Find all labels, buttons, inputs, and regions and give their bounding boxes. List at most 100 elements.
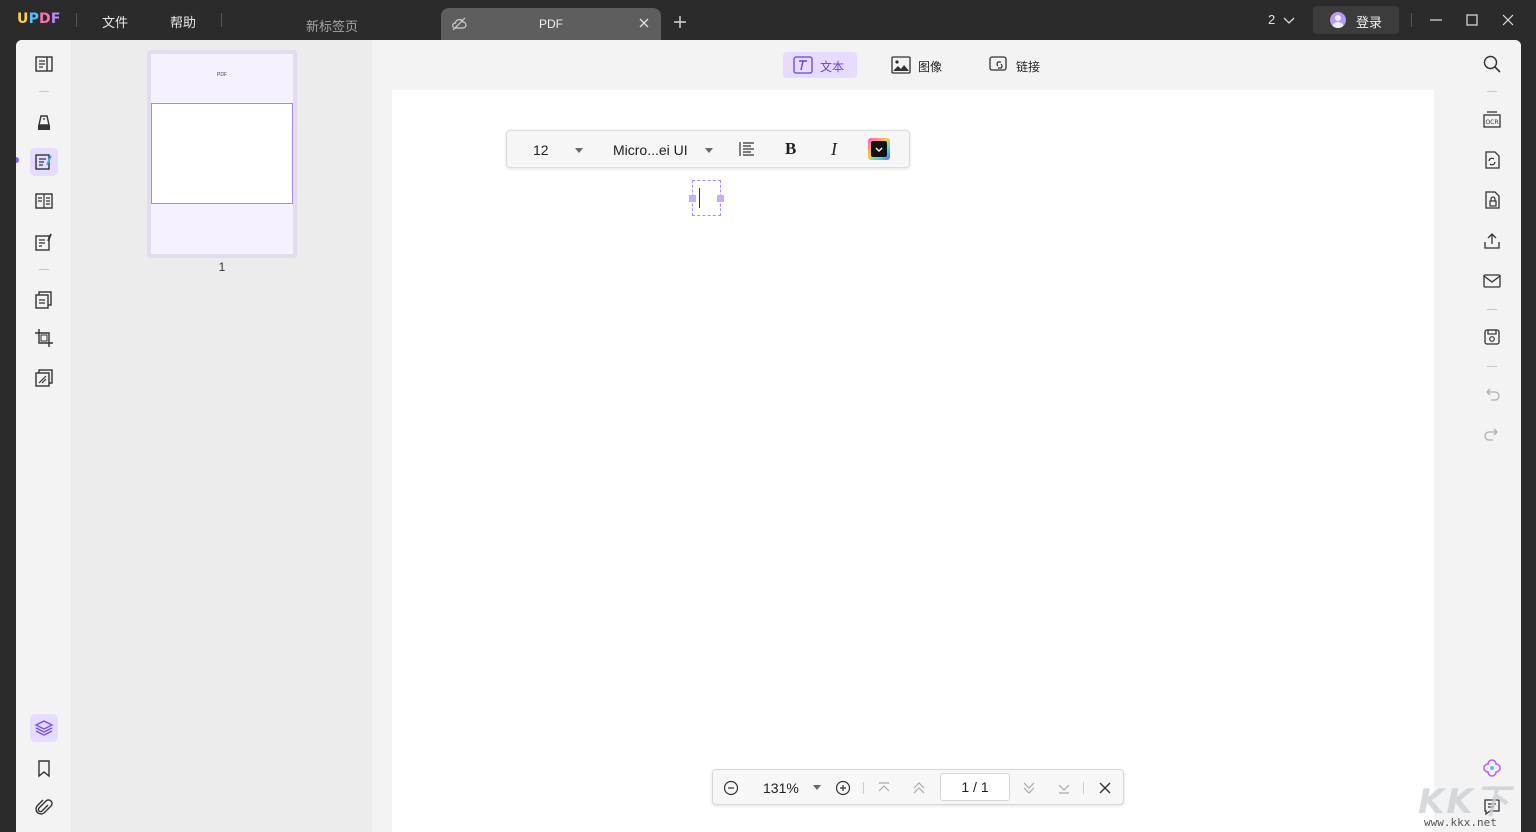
last-page-icon[interactable]	[1056, 780, 1072, 796]
protect-file-icon[interactable]	[1482, 190, 1502, 210]
thumbnail-page-number: 1	[218, 260, 226, 274]
zoom-level[interactable]: 131%	[763, 780, 799, 796]
undo-icon[interactable]	[1482, 384, 1502, 404]
tab-label: PDF	[539, 17, 563, 31]
search-icon[interactable]	[1482, 54, 1502, 74]
redo-icon[interactable]	[1482, 424, 1502, 444]
add-text-label: 文本	[820, 60, 845, 74]
thumbnail-viewport	[151, 103, 293, 204]
close-nav-icon[interactable]	[1097, 780, 1113, 796]
add-image-button[interactable]: 图像	[881, 52, 955, 78]
svg-text:OCR: OCR	[1485, 119, 1498, 126]
bookmark-icon	[38, 760, 50, 778]
zoom-out-icon[interactable]	[723, 780, 739, 796]
add-text-button[interactable]: 文本	[783, 52, 857, 78]
convert-icon[interactable]	[1482, 150, 1502, 170]
form-tool[interactable]	[30, 228, 58, 256]
reader-tool[interactable]	[30, 50, 58, 78]
first-page-icon[interactable]	[876, 780, 892, 796]
mail-icon[interactable]	[1482, 271, 1502, 291]
save-icon[interactable]	[1482, 327, 1502, 347]
avatar-icon	[1330, 12, 1346, 28]
form-edit-icon	[35, 233, 52, 251]
text-edit-box[interactable]	[689, 180, 724, 216]
layers-tool[interactable]	[30, 714, 58, 742]
resize-handle-right[interactable]	[717, 195, 724, 202]
comment-tool[interactable]	[30, 109, 58, 137]
stamp-icon	[35, 369, 53, 387]
login-label: 登录	[1356, 16, 1383, 31]
divider	[221, 13, 222, 27]
paperclip-icon	[35, 799, 53, 815]
text-box-icon	[793, 56, 813, 74]
window-count[interactable]: 2	[1268, 12, 1275, 27]
thumbnail-panel: PDF 1	[71, 40, 372, 832]
align-left-icon[interactable]	[739, 141, 755, 157]
left-tool-rail	[16, 40, 71, 832]
close-tab-icon[interactable]	[637, 16, 651, 30]
pdf-page[interactable]	[392, 90, 1434, 832]
previous-page-icon[interactable]	[911, 780, 927, 796]
login-button[interactable]: 登录	[1313, 6, 1399, 34]
next-page-icon[interactable]	[1021, 780, 1037, 796]
page-thumbnail[interactable]: PDF	[147, 50, 297, 258]
chevron-down-icon	[875, 147, 883, 152]
right-tool-rail: OCR	[1465, 40, 1521, 832]
add-link-label: 链接	[1016, 60, 1041, 74]
watermark-site: www.kkx.net	[1424, 816, 1497, 829]
minimize-icon[interactable]	[1428, 12, 1444, 28]
page-navigation-bar: 131% 1 / 1	[712, 769, 1124, 805]
crop-icon	[35, 329, 53, 347]
bookmark-tool[interactable]	[30, 754, 58, 782]
font-name-value[interactable]: Micro...ei UI	[613, 142, 688, 158]
ocr-icon[interactable]: OCR	[1482, 110, 1502, 130]
close-window-icon[interactable]	[1500, 12, 1516, 28]
site-watermark: KK下载 www.kkx.net	[1410, 770, 1536, 832]
updf-logo[interactable]: UPDF	[17, 11, 61, 27]
tab-new-tab[interactable]: 新标签页	[306, 16, 358, 35]
document-area: 文本 图像 链接 12 Micro...ei UI B I 131% 1 / 1	[372, 40, 1465, 832]
menu-help[interactable]: 帮助	[170, 12, 196, 31]
title-bar: UPDF 文件 帮助 新标签页 PDF 2 登录	[0, 0, 1536, 40]
divider	[76, 13, 77, 27]
edit-toolbar: 文本 图像 链接	[372, 40, 1465, 88]
protect-tool[interactable]	[30, 364, 58, 392]
layers-icon	[34, 720, 54, 736]
add-tab-icon[interactable]	[672, 14, 688, 30]
crop-tool[interactable]	[30, 324, 58, 352]
menu-file[interactable]: 文件	[102, 12, 128, 31]
highlighter-icon	[38, 115, 50, 130]
app-window: PDF 1 文本 图像 链接 12 Micro...ei UI B I 131%…	[16, 40, 1521, 832]
add-link-button[interactable]: 链接	[979, 52, 1053, 78]
page-layout-tool[interactable]	[30, 187, 58, 215]
bold-button[interactable]: B	[785, 139, 796, 159]
font-name-dropdown-icon[interactable]	[705, 148, 713, 153]
add-image-label: 图像	[918, 60, 943, 74]
share-icon[interactable]	[1482, 231, 1502, 251]
chevron-down-icon[interactable]	[1282, 13, 1296, 27]
italic-button[interactable]: I	[831, 139, 837, 160]
zoom-in-icon[interactable]	[835, 780, 851, 796]
image-icon	[891, 56, 911, 74]
edit-pdf-tool[interactable]	[30, 148, 58, 176]
attachment-tool[interactable]	[30, 794, 58, 822]
divider	[1411, 13, 1412, 27]
zoom-dropdown-icon[interactable]	[813, 785, 821, 790]
organize-pages-tool[interactable]	[30, 286, 58, 314]
page-number-input[interactable]: 1 / 1	[940, 773, 1010, 801]
pages-icon	[35, 291, 52, 309]
text-format-bar: 12 Micro...ei UI B I	[506, 130, 910, 168]
thumbnail-label: PDF	[217, 72, 227, 78]
edit-text-icon	[35, 154, 52, 170]
font-size-dropdown-icon[interactable]	[575, 148, 583, 153]
font-color-picker[interactable]	[868, 138, 890, 160]
resize-handle-left[interactable]	[689, 195, 696, 202]
font-size-value[interactable]: 12	[533, 142, 549, 158]
reader-icon	[35, 56, 53, 72]
two-column-icon	[35, 193, 53, 209]
text-cursor	[699, 188, 700, 208]
active-indicator	[16, 157, 19, 163]
tab-pdf[interactable]: PDF	[441, 8, 661, 40]
maximize-icon[interactable]	[1464, 12, 1480, 28]
link-icon	[989, 56, 1007, 71]
